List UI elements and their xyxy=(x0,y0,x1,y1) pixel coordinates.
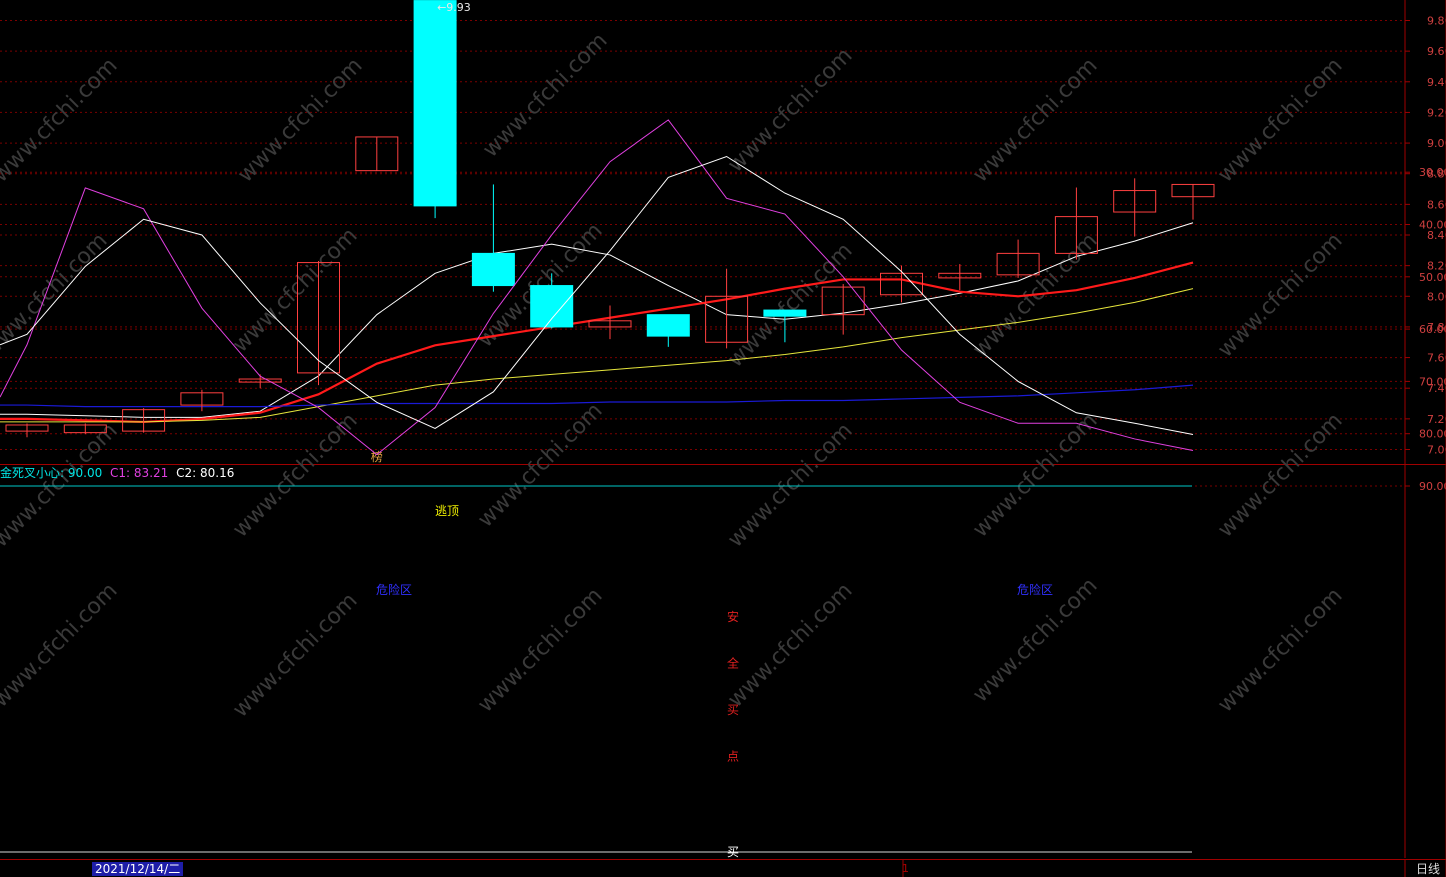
watermark-text: www.cfchi.com xyxy=(478,28,612,162)
ma10-line xyxy=(0,261,1194,424)
safe-buy-char: 买 xyxy=(727,703,739,717)
indicator-c2-value: C2: 80.16 xyxy=(176,466,235,480)
candle-down xyxy=(471,252,515,287)
indicator-tick-label: 80.00 xyxy=(1419,428,1446,441)
c1-line xyxy=(0,119,1194,456)
price-tick-label: 7.00 xyxy=(1427,444,1446,457)
escape-top-label: 逃顶 xyxy=(435,504,459,518)
indicator-header: 金死叉小心: 90.00 C1: 83.21 C2: 80.16 xyxy=(0,464,238,481)
price-tick-label: 9.00 xyxy=(1427,137,1446,150)
watermark-text: www.cfchi.com xyxy=(723,238,857,372)
safe-buy-char: 安 xyxy=(727,609,739,624)
candle-down xyxy=(763,309,807,317)
watermark-text: www.cfchi.com xyxy=(0,53,123,187)
watermark-text: www.cfchi.com xyxy=(0,578,123,712)
watermark-text: www.cfchi.com xyxy=(233,53,367,187)
watermark-text: www.cfchi.com xyxy=(723,418,857,552)
indicator-title: 金死叉小心: 90.00 xyxy=(0,466,103,480)
watermark-text: www.cfchi.com xyxy=(473,583,607,717)
buy-signal-label: 买 xyxy=(727,845,739,859)
price-tick-label: 9.80 xyxy=(1427,15,1446,28)
candle-down xyxy=(530,285,574,328)
indicator-tick-label: 70.00 xyxy=(1419,375,1446,388)
cursor-date-label: 2021/12/14/二 xyxy=(92,862,184,876)
danger-zone-label: 危险区 xyxy=(376,582,412,597)
indicator-tick-label: 30.00 xyxy=(1419,166,1446,179)
max-price-label: ←9.93 xyxy=(437,1,471,14)
watermark-text: www.cfchi.com xyxy=(1213,408,1347,542)
period-label[interactable]: 日线 xyxy=(1416,862,1440,876)
price-tick-label: 9.60 xyxy=(1427,45,1446,58)
time-axis-tick: 1 xyxy=(902,862,909,875)
watermark-text: www.cfchi.com xyxy=(1213,228,1347,362)
candle-down xyxy=(646,314,690,337)
price-tick-label: 8.00 xyxy=(1427,290,1446,303)
watermark-text: www.cfchi.com xyxy=(1213,583,1347,717)
watermark-text: www.cfchi.com xyxy=(0,228,113,362)
watermark-text: www.cfchi.com xyxy=(968,408,1102,542)
safe-buy-char: 全 xyxy=(727,656,739,671)
indicator-tick-label: 90.00 xyxy=(1419,480,1446,493)
watermark-text: www.cfchi.com xyxy=(1213,53,1347,187)
candle-down xyxy=(413,0,457,207)
indicator-tick-label: 50.00 xyxy=(1419,271,1446,284)
indicator-tick-label: 60.00 xyxy=(1419,323,1446,336)
watermark-text: www.cfchi.com xyxy=(228,588,362,722)
watermark-text: www.cfchi.com xyxy=(228,408,362,542)
price-tick-label: 9.20 xyxy=(1427,106,1446,119)
indicator-tick-label: 40.00 xyxy=(1419,219,1446,232)
watermark-text: www.cfchi.com xyxy=(0,418,123,552)
watermark-text: www.cfchi.com xyxy=(723,578,857,712)
watermark-text: www.cfchi.com xyxy=(968,53,1102,187)
danger-zone-label: 危险区 xyxy=(1017,582,1053,597)
stock-chart[interactable]: 9.809.609.409.209.008.808.608.408.208.00… xyxy=(0,0,1446,877)
indicator-c1-value: C1: 83.21 xyxy=(110,466,169,480)
safe-buy-char: 点 xyxy=(727,750,739,764)
price-tick-label: 8.60 xyxy=(1427,198,1446,211)
price-tick-label: 7.60 xyxy=(1427,352,1446,365)
price-tick-label: 9.40 xyxy=(1427,76,1446,89)
watermark-text: www.cfchi.com xyxy=(723,43,857,177)
price-tick-label: 7.20 xyxy=(1427,413,1446,426)
